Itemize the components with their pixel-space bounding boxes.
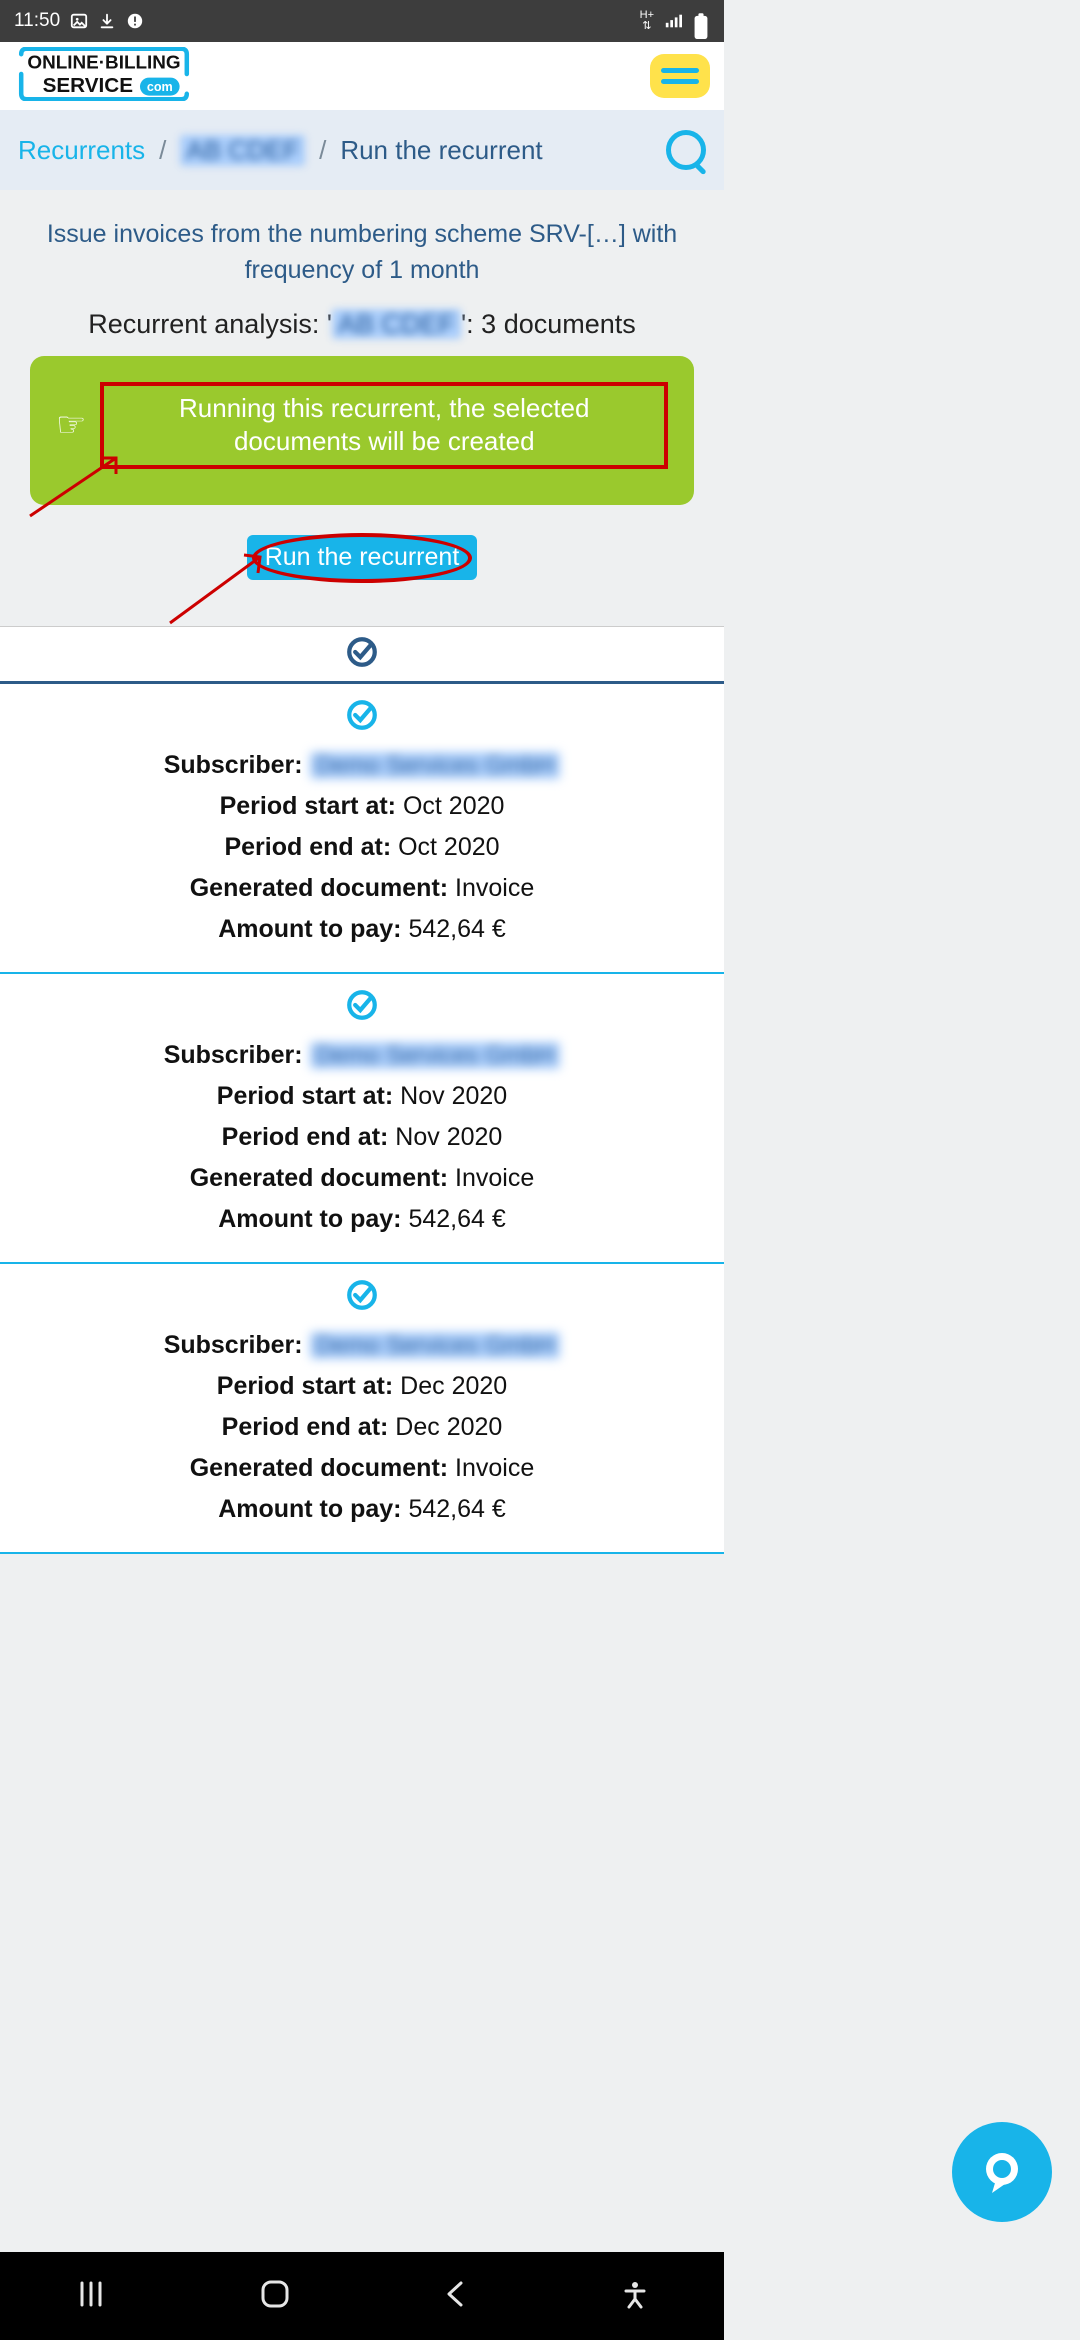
amount-label: Amount to pay: xyxy=(218,1205,401,1233)
period-end-label: Period end at: xyxy=(224,833,391,861)
generated-label: Generated document: xyxy=(190,1164,448,1192)
svg-text:com: com xyxy=(147,80,173,94)
back-button[interactable] xyxy=(441,2279,471,2314)
document-card: Subscriber: Demo Services GmbH Period sta… xyxy=(0,974,724,1264)
logo[interactable]: ONLINE·BILLING SERVICE com xyxy=(14,47,194,106)
period-end-value: Oct 2020 xyxy=(398,833,499,861)
period-end-label: Period end at: xyxy=(222,1413,389,1441)
chat-fab[interactable] xyxy=(952,2122,1052,2222)
breadcrumb-separator: / xyxy=(319,135,326,166)
signal-icon xyxy=(664,12,682,30)
generated-label: Generated document: xyxy=(190,1454,448,1482)
breadcrumb-client[interactable]: AB CDEF xyxy=(180,135,305,166)
home-button[interactable] xyxy=(257,2276,293,2317)
subscriber-label: Subscriber: xyxy=(164,1041,303,1069)
period-start-value: Dec 2020 xyxy=(400,1372,507,1400)
amount-value: 542,64 € xyxy=(408,1495,505,1523)
amount-value: 542,64 € xyxy=(408,915,505,943)
subscriber-label: Subscriber: xyxy=(164,1331,303,1359)
generated-value: Invoice xyxy=(455,874,534,902)
menu-button[interactable] xyxy=(650,54,710,98)
download-icon xyxy=(98,12,116,30)
subscriber-value: Demo Services GmbH xyxy=(310,1332,561,1359)
alert-icon xyxy=(126,12,144,30)
run-recurrent-button[interactable]: Run the recurrent xyxy=(247,535,478,580)
accessibility-button[interactable] xyxy=(620,2279,650,2314)
amount-value: 542,64 € xyxy=(408,1205,505,1233)
documents-list: Subscriber: Demo Services GmbH Period sta… xyxy=(0,626,724,1554)
generated-value: Invoice xyxy=(455,1454,534,1482)
period-end-label: Period end at: xyxy=(222,1123,389,1151)
generated-label: Generated document: xyxy=(190,874,448,902)
generated-value: Invoice xyxy=(455,1164,534,1192)
alert-message: Running this recurrent, the selected doc… xyxy=(114,392,654,460)
network-type-icon: H+⇅ xyxy=(640,10,654,32)
subscriber-value: Demo Services GmbH xyxy=(310,752,561,779)
amount-label: Amount to pay: xyxy=(218,1495,401,1523)
status-time: 11:50 xyxy=(14,10,60,32)
chat-icon xyxy=(977,2147,1027,2197)
check-circle-icon[interactable] xyxy=(0,1272,724,1325)
android-status-bar: 11:50 H+⇅ xyxy=(0,0,724,42)
alert-banner: ☞ Running this recurrent, the selected d… xyxy=(30,356,694,506)
document-card: Subscriber: Demo Services GmbH Period sta… xyxy=(0,1264,724,1554)
document-card: Subscriber: Demo Services GmbH Period sta… xyxy=(0,684,724,974)
breadcrumb: Recurrents / AB CDEF / Run the recurrent xyxy=(0,110,724,190)
check-circle-icon[interactable] xyxy=(0,692,724,745)
svg-text:ONLINE·BILLING: ONLINE·BILLING xyxy=(27,52,180,73)
intro-text: Issue invoices from the numbering scheme… xyxy=(0,190,724,299)
pointing-hand-icon: ☞ xyxy=(56,405,86,445)
amount-label: Amount to pay: xyxy=(218,915,401,943)
annotation-highlight-box: Running this recurrent, the selected doc… xyxy=(100,382,668,470)
period-start-label: Period start at: xyxy=(220,792,396,820)
check-circle-icon[interactable] xyxy=(345,635,379,674)
period-start-label: Period start at: xyxy=(217,1372,393,1400)
breadcrumb-recurrents[interactable]: Recurrents xyxy=(18,135,145,166)
svg-text:SERVICE: SERVICE xyxy=(43,74,133,97)
period-start-label: Period start at: xyxy=(217,1082,393,1110)
app-header: ONLINE·BILLING SERVICE com xyxy=(0,42,724,110)
breadcrumb-separator: / xyxy=(159,135,166,166)
period-end-value: Dec 2020 xyxy=(395,1413,502,1441)
recents-button[interactable] xyxy=(74,2277,108,2316)
search-icon[interactable] xyxy=(666,130,706,170)
period-end-value: Nov 2020 xyxy=(395,1123,502,1151)
android-nav-bar xyxy=(0,2252,724,2340)
breadcrumb-current: Run the recurrent xyxy=(340,135,542,166)
analysis-title: Recurrent analysis: 'AB CDEF': 3 documen… xyxy=(0,299,724,356)
subscriber-value: Demo Services GmbH xyxy=(310,1042,561,1069)
subscriber-label: Subscriber: xyxy=(164,751,303,779)
image-icon xyxy=(70,12,88,30)
battery-icon xyxy=(692,12,710,30)
select-all-row[interactable] xyxy=(0,626,724,684)
period-start-value: Oct 2020 xyxy=(403,792,504,820)
period-start-value: Nov 2020 xyxy=(400,1082,507,1110)
check-circle-icon[interactable] xyxy=(0,982,724,1035)
